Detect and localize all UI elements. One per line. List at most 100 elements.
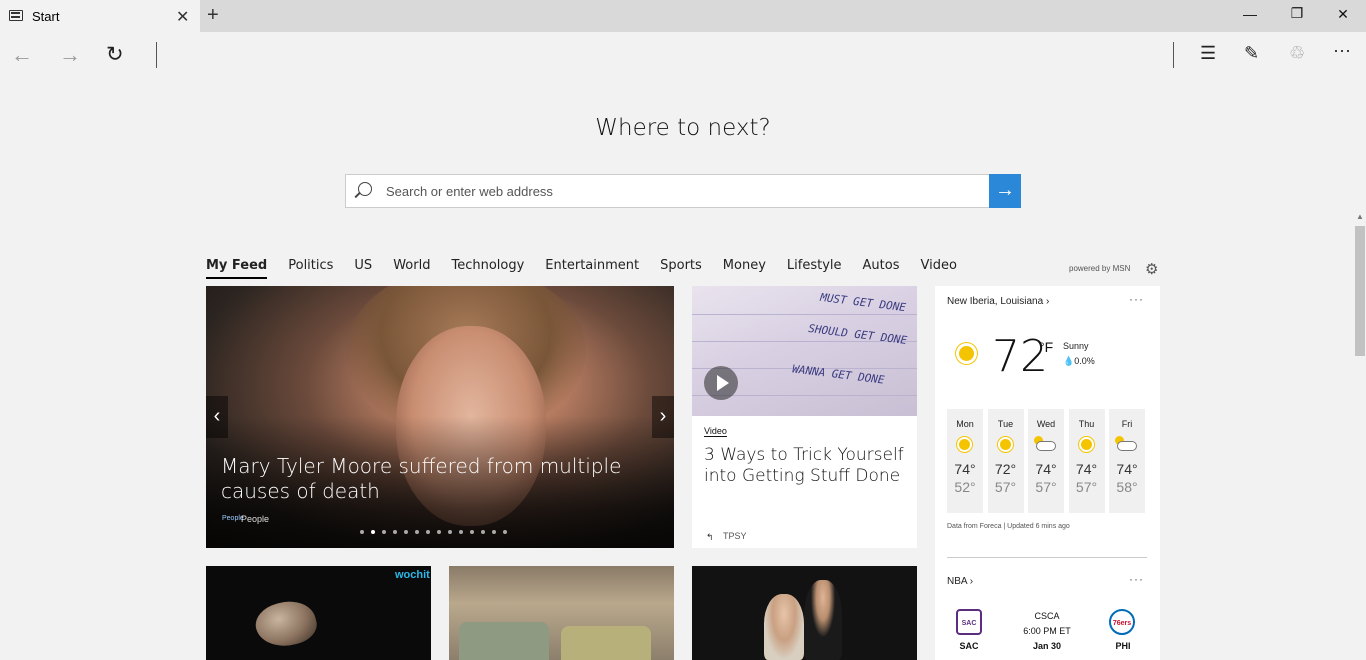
address-bar-cursor[interactable] <box>156 42 157 68</box>
story-image-2 <box>561 626 651 660</box>
main-story-card[interactable]: ‹ › Mary Tyler Moore suffered from multi… <box>206 286 674 548</box>
more-actions-icon[interactable]: ··· <box>1333 40 1351 61</box>
hub-icon[interactable]: ☰ <box>1200 43 1216 64</box>
sun-icon <box>959 439 970 450</box>
notebook-line-2: SHOULD GET DONE <box>807 321 908 348</box>
temp-unit: °F <box>1039 339 1054 355</box>
carousel-dot[interactable] <box>371 530 375 534</box>
tab-start[interactable]: Start ✕ <box>0 0 200 32</box>
minimize-button[interactable]: — <box>1240 6 1260 22</box>
tab-world[interactable]: World <box>393 258 430 279</box>
web-note-icon[interactable]: ✎ <box>1244 43 1259 64</box>
carousel-dot[interactable] <box>393 530 397 534</box>
category-tabs: My Feed Politics US World Technology Entertai… <box>206 258 978 279</box>
video-story-headline[interactable]: 3 Ways to Trick Yourself into Getting St… <box>704 445 904 487</box>
tab-video[interactable]: Video <box>920 258 956 279</box>
forecast-high: 74° <box>1116 461 1138 477</box>
toolbar-divider <box>1173 42 1174 68</box>
page-icon <box>9 10 23 21</box>
page-title: Where to next? <box>595 115 771 141</box>
sun-icon <box>1080 439 1092 450</box>
carousel-dot[interactable] <box>492 530 496 534</box>
video-story-card[interactable]: MUST GET DONE SHOULD GET DONE WANNA GET … <box>692 286 917 548</box>
carousel-dot[interactable] <box>426 530 430 534</box>
tab-sports[interactable]: Sports <box>660 258 702 279</box>
forecast-day-label: Thu <box>1078 419 1095 429</box>
story-image-2 <box>804 580 842 660</box>
restore-button[interactable]: ❐ <box>1287 5 1307 22</box>
search-input[interactable]: Search or enter web address <box>345 174 990 208</box>
tab-politics[interactable]: Politics <box>288 258 333 279</box>
weather-more-icon[interactable]: ··· <box>1129 292 1144 306</box>
story-card-asteroid[interactable]: wochit <box>206 566 431 660</box>
tab-us[interactable]: US <box>354 258 372 279</box>
side-panel: New Iberia, Louisiana › ··· 72 °F Sunny … <box>935 286 1160 660</box>
forecast-high: 74° <box>1075 461 1098 477</box>
carousel-dot[interactable] <box>382 530 386 534</box>
tab-money[interactable]: Money <box>723 258 766 279</box>
carousel-dot[interactable] <box>415 530 419 534</box>
carousel-dot[interactable] <box>404 530 408 534</box>
tab-title: Start <box>32 9 60 24</box>
share-icon[interactable]: ♲ <box>1289 43 1305 64</box>
powered-by-msn[interactable]: powered by MSN <box>1069 264 1130 273</box>
scrollbar-thumb[interactable] <box>1355 226 1365 356</box>
story-image <box>459 622 549 660</box>
carousel-next-button[interactable]: › <box>652 396 674 438</box>
carousel-dot[interactable] <box>503 530 507 534</box>
divider <box>947 557 1147 558</box>
close-tab-icon[interactable]: ✕ <box>176 7 189 27</box>
weather-location[interactable]: New Iberia, Louisiana › <box>947 296 1049 307</box>
game-date: Jan 30 <box>1032 641 1062 651</box>
close-window-button[interactable]: ✕ <box>1333 6 1353 23</box>
nav-bar: ← → ↻ ☰ ✎ ♲ ··· <box>0 32 1366 76</box>
carousel-dot[interactable] <box>459 530 463 534</box>
video-tag[interactable]: Video <box>704 426 727 437</box>
carousel-dot[interactable] <box>481 530 485 534</box>
forecast-day[interactable]: Thu 74° 57° <box>1068 409 1105 513</box>
tab-my-feed[interactable]: My Feed <box>206 258 268 279</box>
weather-condition: Sunny <box>1063 341 1089 351</box>
carousel-prev-button[interactable]: ‹ <box>206 396 228 438</box>
tab-autos[interactable]: Autos <box>863 258 900 279</box>
forecast-high: 74° <box>1035 461 1057 477</box>
raindrop-icon: 💧 <box>1063 356 1075 366</box>
back-button[interactable]: ← <box>11 42 33 68</box>
search-placeholder: Search or enter web address <box>386 184 553 199</box>
search-go-button[interactable]: → <box>989 174 1021 208</box>
forecast-day[interactable]: Tue 72° 57° <box>987 409 1024 513</box>
home-team[interactable]: SAC <box>954 641 984 651</box>
carousel-dots <box>360 530 507 534</box>
forecast-day[interactable]: Mon 74° 52° <box>947 409 983 513</box>
source-icon: ↰ <box>706 532 714 542</box>
phi-logo: 76ers <box>1109 609 1135 635</box>
carousel-dot[interactable] <box>437 530 441 534</box>
forecast-high: 74° <box>954 461 976 477</box>
forecast-day-label: Tue <box>997 419 1014 429</box>
main-story-headline[interactable]: Mary Tyler Moore suffered from multiple … <box>221 454 666 504</box>
sun-icon <box>999 439 1011 450</box>
tab-entertainment[interactable]: Entertainment <box>545 258 639 279</box>
play-icon[interactable] <box>704 366 738 400</box>
forward-button[interactable]: → <box>59 42 81 68</box>
scroll-up-arrow[interactable]: ▲ <box>1354 212 1366 224</box>
gear-icon[interactable]: ⚙ <box>1145 260 1158 278</box>
story-card-cars[interactable] <box>449 566 674 660</box>
carousel-dot[interactable] <box>470 530 474 534</box>
forecast-day[interactable]: Wed 74° 57° <box>1028 409 1064 513</box>
tab-technology[interactable]: Technology <box>451 258 524 279</box>
forecast-day-label: Wed <box>1036 419 1056 429</box>
carousel-dot[interactable] <box>448 530 452 534</box>
new-tab-button[interactable]: + <box>207 4 219 27</box>
nba-link[interactable]: NBA › <box>947 576 973 587</box>
carousel-dot[interactable] <box>360 530 364 534</box>
sac-logo: SAC <box>956 609 982 635</box>
away-team[interactable]: PHI <box>1108 641 1138 651</box>
nba-more-icon[interactable]: ··· <box>1129 572 1144 586</box>
forecast-day[interactable]: Fri 74° 58° <box>1109 409 1145 513</box>
game-info[interactable]: CSCA 6:00 PM ET Jan 30 <box>1012 609 1082 654</box>
refresh-button[interactable]: ↻ <box>106 42 124 67</box>
tab-lifestyle[interactable]: Lifestyle <box>787 258 842 279</box>
game-time: 6:00 PM ET <box>1023 626 1071 636</box>
story-card-celebrities[interactable] <box>692 566 917 660</box>
